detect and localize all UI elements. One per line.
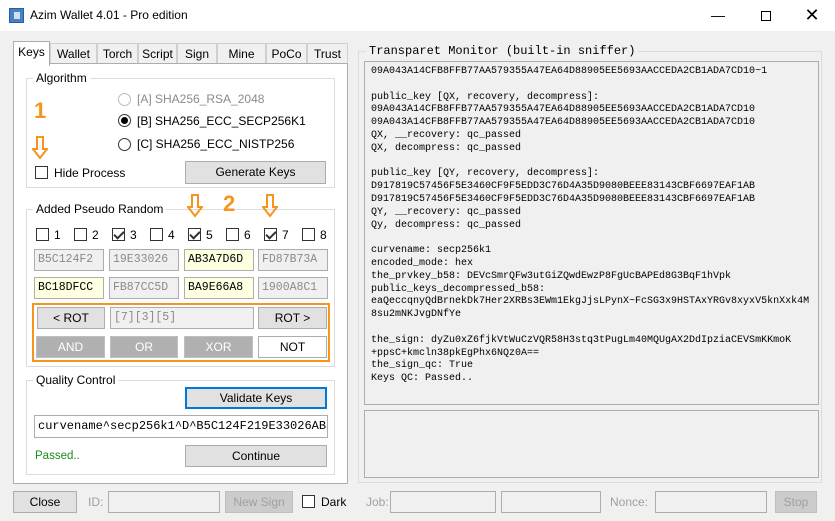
nonce-field[interactable]	[655, 491, 767, 513]
id-label: ID:	[88, 495, 104, 509]
pr-checkbox-7-label: 7	[282, 228, 289, 242]
tab-script[interactable]: Script	[138, 43, 177, 65]
minimize-button[interactable]: —	[695, 0, 741, 31]
radio-algorithm-b[interactable]	[118, 114, 131, 127]
monitor-secondary-output[interactable]	[364, 410, 819, 478]
radio-algorithm-b-label: [B] SHA256_ECC_SECP256K1	[137, 114, 306, 128]
annotation-1: 1	[34, 98, 47, 123]
quality-control-label: Quality Control	[33, 373, 119, 387]
tab-torch[interactable]: Torch	[97, 43, 138, 65]
pr-value-5: BC18DFCC	[34, 277, 104, 299]
pr-checkbox-4-label: 4	[168, 228, 175, 242]
down-arrow-icon	[32, 136, 48, 160]
job-field-1[interactable]	[390, 491, 496, 513]
monitor-output[interactable]: 09A043A14CFB8FFB77AA579355A47EA64D88905E…	[364, 61, 819, 405]
algorithm-label: Algorithm	[33, 71, 90, 85]
hide-process-checkbox[interactable]	[35, 166, 48, 179]
window-title: Azim Wallet 4.01 - Pro edition	[30, 8, 188, 22]
pr-checkbox-5-label: 5	[206, 228, 213, 242]
rot-display: [7][3][5]	[110, 307, 254, 329]
dark-label: Dark	[321, 495, 347, 509]
continue-button[interactable]: Continue	[185, 445, 327, 467]
pr-value-3: AB3A7D6D	[184, 249, 254, 271]
radio-algorithm-a-label: [A] SHA256_RSA_2048	[137, 92, 265, 106]
rot-right-button[interactable]: ROT >	[258, 307, 327, 329]
stop-button[interactable]: Stop	[775, 491, 817, 513]
close-window-button[interactable]: ✕	[789, 0, 835, 31]
pr-checkbox-5[interactable]	[188, 228, 201, 241]
job-field-2[interactable]	[501, 491, 601, 513]
radio-algorithm-a[interactable]	[118, 93, 131, 106]
pr-checkbox-3-label: 3	[130, 228, 137, 242]
validate-keys-button[interactable]: Validate Keys	[185, 387, 327, 409]
tab-wallet[interactable]: Wallet	[50, 43, 97, 65]
xor-button[interactable]: XOR	[184, 336, 253, 358]
pr-checkbox-3[interactable]	[112, 228, 125, 241]
curve-string-field[interactable]: curvename^secp256k1^D^B5C124F219E33026AB…	[34, 415, 328, 438]
job-label: Job:	[366, 495, 389, 509]
dark-checkbox[interactable]	[302, 495, 315, 508]
maximize-button[interactable]	[743, 0, 789, 31]
pr-value-4: FD87B73A	[258, 249, 328, 271]
app-icon	[9, 8, 24, 23]
monitor-text: 09A043A14CFB8FFB77AA579355A47EA64D88905E…	[371, 66, 810, 385]
tab-keys[interactable]: Keys	[13, 41, 50, 66]
tab-poco[interactable]: PoCo	[266, 43, 307, 65]
pr-value-6: FB87CC5D	[109, 277, 179, 299]
down-arrow-icon	[187, 194, 203, 218]
tab-trust[interactable]: Trust	[307, 43, 348, 65]
annotation-2: 2	[223, 191, 236, 216]
pr-checkbox-6[interactable]	[226, 228, 239, 241]
pr-checkbox-4[interactable]	[150, 228, 163, 241]
rot-left-button[interactable]: < ROT	[37, 307, 105, 329]
monitor-title: Transparet Monitor (built-in sniffer)	[366, 44, 639, 58]
tab-sign[interactable]: Sign	[177, 43, 217, 65]
tab-mine[interactable]: Mine	[217, 43, 266, 65]
pr-checkbox-8[interactable]	[302, 228, 315, 241]
not-button[interactable]: NOT	[258, 336, 327, 358]
down-arrow-icon	[262, 194, 278, 218]
radio-algorithm-c[interactable]	[118, 138, 131, 151]
nonce-label: Nonce:	[610, 495, 649, 509]
pr-checkbox-1[interactable]	[36, 228, 49, 241]
pr-value-8: 1900A8C1	[258, 277, 328, 299]
pr-checkbox-2-label: 2	[92, 228, 99, 242]
close-button[interactable]: Close	[13, 491, 77, 513]
and-button[interactable]: AND	[36, 336, 105, 358]
hide-process-label: Hide Process	[54, 166, 126, 180]
pr-checkbox-7[interactable]	[264, 228, 277, 241]
qc-status: Passed..	[35, 450, 80, 462]
id-field[interactable]	[108, 491, 220, 513]
pr-checkbox-6-label: 6	[244, 228, 251, 242]
pr-checkbox-8-label: 8	[320, 228, 327, 242]
pr-checkbox-1-label: 1	[54, 228, 61, 242]
pr-value-1: B5C124F2	[34, 249, 104, 271]
generate-keys-button[interactable]: Generate Keys	[185, 161, 326, 184]
radio-algorithm-c-label: [C] SHA256_ECC_NISTP256	[137, 137, 295, 151]
pr-value-7: BA9E66A8	[184, 277, 254, 299]
keys-panel: Algorithm [A] SHA256_RSA_2048 [B] SHA256…	[13, 63, 348, 484]
or-button[interactable]: OR	[110, 336, 178, 358]
title-bar: Azim Wallet 4.01 - Pro edition — ✕	[0, 0, 835, 31]
pseudo-random-label: Added Pseudo Random	[33, 202, 167, 216]
pr-checkbox-2[interactable]	[74, 228, 87, 241]
new-sign-button[interactable]: New Sign	[225, 491, 293, 513]
pr-value-2: 19E33026	[109, 249, 179, 271]
